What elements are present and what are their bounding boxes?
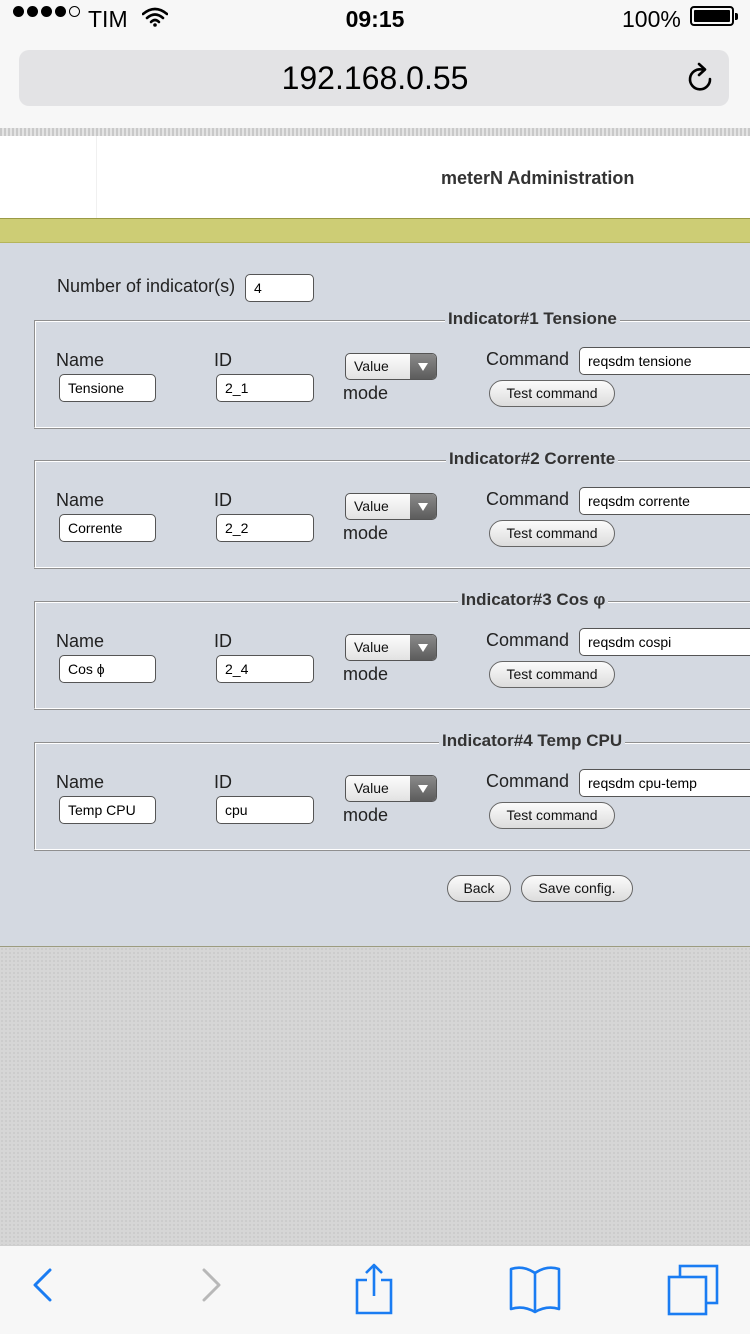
chevron-down-icon — [410, 494, 436, 519]
mode-select-value: Value — [354, 639, 389, 655]
mode-select-value: Value — [354, 780, 389, 796]
header-divider — [96, 136, 97, 218]
mode-label: mode — [343, 664, 389, 684]
mode-select-value: Value — [354, 358, 389, 374]
mode-label: mode — [343, 383, 389, 403]
battery-percentage: 100% — [622, 6, 681, 32]
menu-bar — [0, 218, 750, 243]
mode-select[interactable]: Value — [345, 634, 437, 661]
num-indicators-label: Number of indicator(s) — [57, 276, 236, 296]
save-config-button[interactable]: Save config. — [521, 875, 633, 902]
site-header — [0, 136, 750, 218]
id-label: ID — [214, 490, 232, 510]
mode-select[interactable]: Value — [345, 493, 437, 520]
name-input[interactable]: Tensione — [59, 374, 156, 402]
num-indicators-input[interactable]: 4 — [245, 274, 314, 302]
mode-select-value: Value — [354, 498, 389, 514]
name-input[interactable]: Corrente — [59, 514, 156, 542]
indicator-fieldset-3: Indicator#3 Cos φ Name Cos ϕ ID 2_4 Valu… — [34, 590, 750, 709]
mode-label: mode — [343, 523, 389, 543]
mode-label: mode — [343, 805, 389, 825]
id-input[interactable]: 2_1 — [216, 374, 314, 402]
test-command-button[interactable]: Test command — [489, 520, 615, 547]
command-input[interactable]: reqsdm tensione — [579, 347, 750, 375]
page-top-stripe — [0, 128, 750, 136]
name-label: Name — [56, 772, 105, 792]
test-command-button[interactable]: Test command — [489, 661, 615, 688]
name-label: Name — [56, 350, 105, 370]
name-label: Name — [56, 631, 105, 651]
indicator-fieldset-4: Indicator#4 Temp CPU Name Temp CPU ID cp… — [34, 731, 750, 850]
config-form: Number of indicator(s) 4 Indicator#1 Ten… — [0, 243, 750, 947]
command-label: Command — [486, 349, 570, 369]
command-label: Command — [486, 489, 570, 509]
name-input[interactable]: Temp CPU — [59, 796, 156, 824]
test-command-button[interactable]: Test command — [489, 380, 615, 407]
id-input[interactable]: 2_4 — [216, 655, 314, 683]
name-input[interactable]: Cos ϕ — [59, 655, 156, 683]
test-command-button[interactable]: Test command — [489, 802, 615, 829]
indicator-legend: Indicator#1 Tensione — [445, 309, 620, 329]
indicator-fieldset-1: Indicator#1 Tensione Name Tensione ID 2_… — [34, 309, 750, 428]
id-input[interactable]: cpu — [216, 796, 314, 824]
indicator-fieldset-2: Indicator#2 Corrente Name Corrente ID 2_… — [34, 449, 750, 568]
name-label: Name — [56, 490, 105, 510]
reload-icon[interactable] — [686, 62, 716, 99]
back-button[interactable]: Back — [447, 875, 511, 902]
page-background — [0, 947, 750, 1245]
status-bar: TIM 09:15 100% — [0, 0, 750, 40]
mode-select[interactable]: Value — [345, 775, 437, 802]
id-label: ID — [214, 350, 232, 370]
id-label: ID — [214, 631, 232, 651]
id-input[interactable]: 2_2 — [216, 514, 314, 542]
command-input[interactable]: reqsdm corrente — [579, 487, 750, 515]
command-input[interactable]: reqsdm cospi — [579, 628, 750, 656]
back-arrow-icon[interactable] — [30, 1263, 56, 1312]
share-icon[interactable] — [352, 1263, 396, 1320]
indicator-legend: Indicator#3 Cos φ — [458, 590, 609, 610]
mode-select[interactable]: Value — [345, 353, 437, 380]
command-label: Command — [486, 630, 570, 650]
tabs-icon[interactable] — [666, 1263, 720, 1322]
address-bar-url[interactable]: 192.168.0.55 — [0, 50, 750, 106]
chevron-down-icon — [410, 354, 436, 379]
command-label: Command — [486, 771, 570, 791]
bookmarks-icon[interactable] — [508, 1263, 562, 1320]
forward-arrow-icon[interactable] — [198, 1263, 224, 1312]
indicator-legend: Indicator#4 Temp CPU — [439, 731, 626, 751]
chevron-down-icon — [410, 776, 436, 801]
battery-icon — [690, 6, 738, 26]
id-label: ID — [214, 772, 232, 792]
command-input[interactable]: reqsdm cpu-temp — [579, 769, 750, 797]
site-title: meterN Administration — [441, 168, 635, 188]
chevron-down-icon — [410, 635, 436, 660]
indicator-legend: Indicator#2 Corrente — [446, 449, 619, 469]
